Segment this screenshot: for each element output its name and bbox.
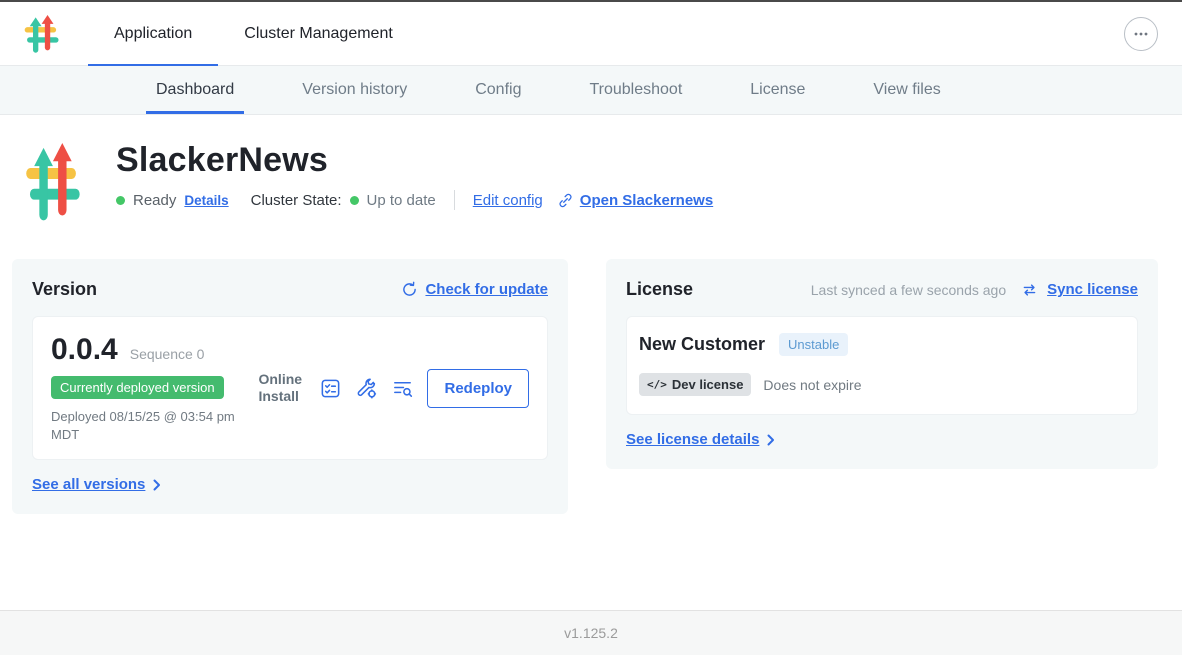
license-header-actions: Last synced a few seconds ago Sync licen… <box>811 281 1138 298</box>
release-notes-icon[interactable] <box>319 377 342 400</box>
license-card: License Last synced a few seconds ago Sy… <box>606 259 1158 469</box>
license-type-label: Dev license <box>672 377 744 392</box>
app-status-label: Ready <box>133 192 176 209</box>
dashboard-cards: Version Check for update <box>12 259 1158 514</box>
version-card-header: Version Check for update <box>32 279 548 300</box>
license-panel: New Customer Unstable </> Dev license Do… <box>626 316 1138 415</box>
page-title: SlackerNews <box>116 141 713 180</box>
version-actions: Online Install <box>258 369 529 408</box>
check-for-update-link[interactable]: Check for update <box>401 281 548 298</box>
top-nav-tabs: Application Cluster Management <box>88 2 419 65</box>
see-all-versions-label: See all versions <box>32 476 145 493</box>
license-card-title: License <box>626 279 693 300</box>
app-header: SlackerNews Ready Details Cluster State:… <box>0 115 1182 221</box>
license-type-badge: </> Dev license <box>639 373 751 396</box>
app-status-row: Ready Details Cluster State: Up to date … <box>116 190 713 210</box>
link-icon <box>557 192 574 209</box>
app-header-text: SlackerNews Ready Details Cluster State:… <box>116 139 713 221</box>
cluster-state-dot <box>350 196 359 205</box>
more-menu-button[interactable] <box>1124 17 1158 51</box>
chevron-right-icon <box>767 434 775 446</box>
tab-application[interactable]: Application <box>88 2 218 65</box>
app-sub-nav: Dashboard Version history Config Trouble… <box>0 66 1182 115</box>
ellipsis-icon <box>1131 24 1151 44</box>
current-version-info: 0.0.4 Sequence 0 Currently deployed vers… <box>51 333 247 443</box>
current-version-panel: 0.0.4 Sequence 0 Currently deployed vers… <box>32 316 548 460</box>
license-customer-row: New Customer Unstable <box>639 333 1125 356</box>
version-number: 0.0.4 <box>51 333 118 367</box>
last-synced-label: Last synced a few seconds ago <box>811 282 1006 298</box>
license-type-row: </> Dev license Does not expire <box>639 373 1125 396</box>
edit-config-link[interactable]: Edit config <box>473 192 543 209</box>
app-logo-icon <box>22 12 60 56</box>
divider <box>454 190 455 210</box>
see-license-details-label: See license details <box>626 431 759 448</box>
refresh-icon <box>401 281 418 298</box>
preflight-checks-icon[interactable] <box>391 377 414 400</box>
details-link[interactable]: Details <box>184 193 228 208</box>
subtab-license[interactable]: License <box>716 66 839 114</box>
cluster-state-label: Cluster State: <box>251 192 342 209</box>
deployed-badge: Currently deployed version <box>51 376 224 399</box>
tab-cluster-management[interactable]: Cluster Management <box>218 2 419 65</box>
admin-console-page: Application Cluster Management Dashboard… <box>0 0 1182 655</box>
see-license-details-link[interactable]: See license details <box>626 431 775 448</box>
subtab-troubleshoot[interactable]: Troubleshoot <box>555 66 716 114</box>
subtab-dashboard[interactable]: Dashboard <box>122 66 268 114</box>
sync-license-link[interactable]: Sync license <box>1047 281 1138 298</box>
config-wrench-icon[interactable] <box>355 377 378 400</box>
cluster-state-value: Up to date <box>367 192 436 209</box>
subtab-config[interactable]: Config <box>441 66 555 114</box>
console-version-label: v1.125.2 <box>564 625 618 641</box>
sequence-label: Sequence 0 <box>130 346 205 362</box>
app-status-dot <box>116 196 125 205</box>
see-all-versions-link[interactable]: See all versions <box>32 476 161 493</box>
license-expiration: Does not expire <box>763 377 861 393</box>
channel-badge: Unstable <box>779 333 848 356</box>
chevron-right-icon <box>153 479 161 491</box>
subtab-view-files[interactable]: View files <box>839 66 974 114</box>
check-for-update-label: Check for update <box>425 281 548 298</box>
dashboard-main: SlackerNews Ready Details Cluster State:… <box>0 115 1182 514</box>
customer-name: New Customer <box>639 334 765 355</box>
license-card-header: License Last synced a few seconds ago Sy… <box>626 279 1138 300</box>
install-type-label: Online Install <box>258 371 306 406</box>
app-logo-large-icon <box>22 143 82 221</box>
open-app-label: Open Slackernews <box>580 192 713 209</box>
footer: v1.125.2 <box>0 610 1182 655</box>
subtab-version-history[interactable]: Version history <box>268 66 441 114</box>
deployed-timestamp: Deployed 08/15/25 @ 03:54 pm MDT <box>51 408 247 443</box>
redeploy-button[interactable]: Redeploy <box>427 369 529 408</box>
open-app-link[interactable]: Open Slackernews <box>557 192 713 209</box>
version-card: Version Check for update <box>12 259 568 514</box>
code-icon: </> <box>647 378 667 391</box>
version-number-row: 0.0.4 Sequence 0 <box>51 333 247 367</box>
top-nav: Application Cluster Management <box>0 2 1182 66</box>
version-card-title: Version <box>32 279 97 300</box>
sync-arrows-icon <box>1021 283 1038 297</box>
